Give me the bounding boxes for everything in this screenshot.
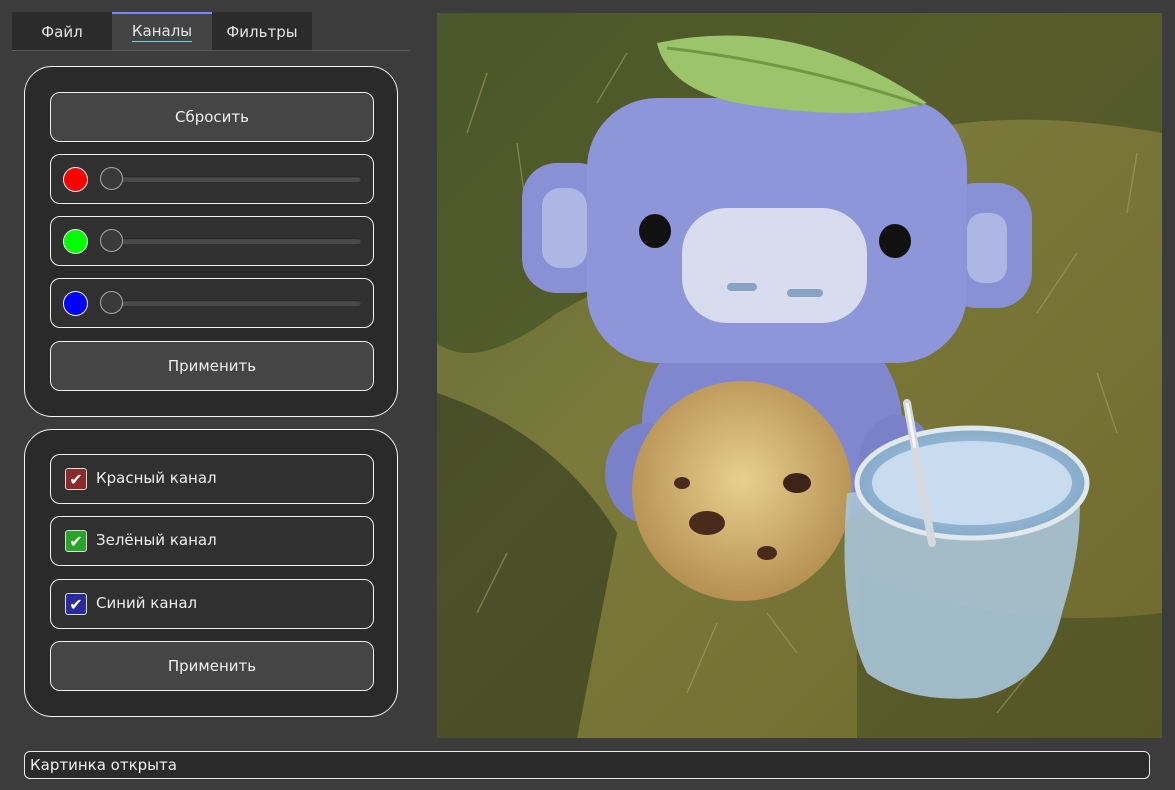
- channel-adjust-panel: Сбросить Применить: [24, 66, 398, 417]
- green-slider-row: [50, 216, 374, 266]
- channel-toggle-panel: ✔ Красный канал ✔ Зелёный канал ✔ Синий …: [24, 429, 398, 717]
- green-swatch: [63, 229, 88, 254]
- blue-slider-handle[interactable]: [100, 291, 123, 314]
- blue-swatch: [63, 291, 88, 316]
- blue-channel-label: Синий канал: [96, 594, 198, 612]
- image-preview: [437, 13, 1162, 738]
- red-slider-row: [50, 154, 374, 204]
- red-channel-checkbox[interactable]: ✔: [65, 468, 87, 490]
- green-slider-handle[interactable]: [100, 229, 123, 252]
- status-text: Картинка открыта: [30, 756, 177, 774]
- photo-plush-cookie-milk: [437, 13, 1162, 738]
- apply-toggles-label: Применить: [167, 657, 257, 675]
- tab-bar: Файл Каналы Фильтры: [12, 12, 312, 51]
- reset-button[interactable]: Сбросить: [50, 92, 374, 142]
- tab-filters[interactable]: Фильтры: [212, 12, 312, 50]
- green-channel-checkbox[interactable]: ✔: [65, 530, 87, 552]
- red-channel-row[interactable]: ✔ Красный канал: [50, 454, 374, 504]
- blue-slider-track[interactable]: [113, 300, 361, 306]
- tab-file-label: Файл: [41, 23, 83, 41]
- tab-channels-label: Каналы: [131, 22, 193, 42]
- green-channel-label: Зелёный канал: [96, 531, 217, 549]
- apply-sliders-label: Применить: [167, 357, 257, 375]
- green-slider-track[interactable]: [113, 238, 361, 244]
- status-bar: Картинка открыта: [24, 751, 1150, 779]
- blue-channel-checkbox[interactable]: ✔: [65, 593, 87, 615]
- apply-toggles-button[interactable]: Применить: [50, 641, 374, 691]
- green-channel-row[interactable]: ✔ Зелёный канал: [50, 516, 374, 566]
- red-channel-label: Красный канал: [96, 469, 217, 487]
- check-icon: ✔: [69, 531, 83, 551]
- tab-filters-label: Фильтры: [226, 23, 298, 41]
- blue-slider-row: [50, 278, 374, 328]
- check-icon: ✔: [69, 469, 83, 489]
- check-icon: ✔: [69, 594, 83, 614]
- apply-sliders-button[interactable]: Применить: [50, 341, 374, 391]
- tab-file[interactable]: Файл: [12, 12, 112, 50]
- tab-channels[interactable]: Каналы: [112, 12, 212, 50]
- reset-button-label: Сбросить: [175, 108, 249, 126]
- blue-channel-row[interactable]: ✔ Синий канал: [50, 579, 374, 629]
- red-slider-track[interactable]: [113, 176, 361, 182]
- tab-divider: [12, 50, 410, 51]
- red-swatch: [63, 167, 88, 192]
- red-slider-handle[interactable]: [100, 167, 123, 190]
